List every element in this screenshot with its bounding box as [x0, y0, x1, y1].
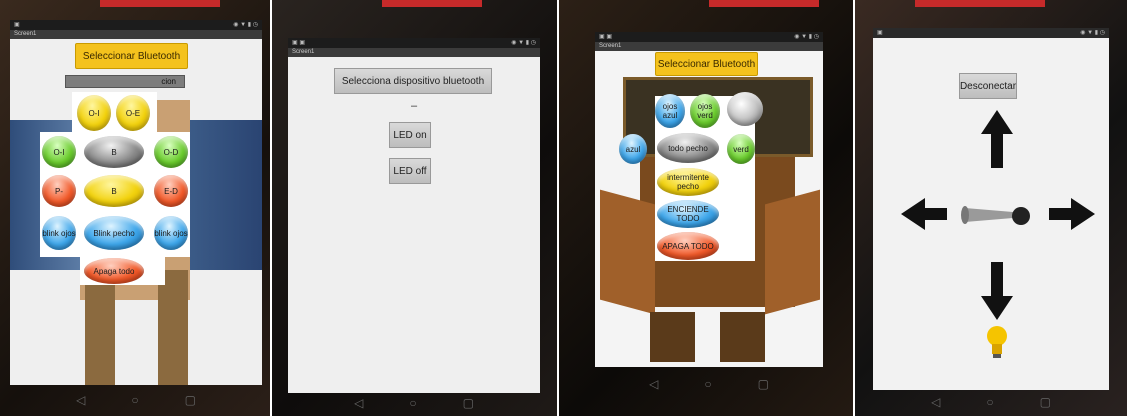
- blink-chest-button[interactable]: intermitente pecho: [657, 168, 719, 196]
- back-icon[interactable]: ◁: [76, 393, 85, 407]
- decor-red-bar: [915, 0, 1045, 7]
- back-icon[interactable]: ◁: [931, 395, 940, 409]
- status-bar: ▣ ▣ ◉ ▼ ▮ ◷: [595, 32, 823, 42]
- green-right-button[interactable]: O-D: [154, 136, 188, 168]
- android-nav-bar: ◁ ○ ▢: [10, 388, 262, 412]
- phone-screen: ▣ ◉ ▼ ▮ ◷ Desconectar: [873, 28, 1109, 390]
- yellow-center-button[interactable]: B: [84, 175, 144, 207]
- light-bulb-button[interactable]: [727, 92, 763, 126]
- eyes-green-button[interactable]: ojos verd: [690, 94, 720, 128]
- red-right-button[interactable]: E-D: [154, 175, 188, 207]
- android-nav-bar: ◁ ○ ▢: [873, 392, 1109, 412]
- eye-right-button[interactable]: O-E: [116, 95, 150, 131]
- app-title-bar: Screen1: [10, 30, 262, 39]
- eye-left-button[interactable]: O-I: [77, 95, 111, 131]
- robot-arm-left: [600, 189, 655, 315]
- green-left-button[interactable]: O-I: [42, 136, 76, 168]
- gray-center-button[interactable]: B: [84, 136, 144, 168]
- select-bluetooth-button[interactable]: Seleccionar Bluetooth: [75, 43, 188, 69]
- green-side-button[interactable]: verd: [727, 134, 755, 164]
- blue-side-button[interactable]: azul: [619, 134, 647, 164]
- screenshot-panel-4: ▣ ◉ ▼ ▮ ◷ Desconectar ◁ ○ ▢: [855, 0, 1127, 416]
- robot-arm-right: [765, 189, 820, 315]
- arrow-down-icon[interactable]: [981, 262, 1013, 320]
- blink-eyes-right-button[interactable]: blink ojos: [154, 216, 188, 250]
- control-pad: [901, 110, 1095, 358]
- app-title-bar: Screen1: [288, 48, 540, 57]
- recents-icon[interactable]: ▢: [758, 377, 769, 391]
- device-status-text: –: [410, 100, 418, 112]
- recents-icon[interactable]: ▢: [463, 396, 474, 410]
- phone-screen: ▣ ◉ ▼ ▮ ◷ Screen1 Seleccionar Bluetooth c…: [10, 20, 262, 385]
- android-nav-bar: ◁ ○ ▢: [595, 372, 823, 396]
- blink-chest-button[interactable]: Blink pecho: [84, 216, 144, 250]
- phone-screen: ▣ ▣ ◉ ▼ ▮ ◷ Screen1 Seleccionar Bluetooth…: [595, 32, 823, 367]
- screenshot-panel-3: ▣ ▣ ◉ ▼ ▮ ◷ Screen1 Seleccionar Bluetooth…: [559, 0, 853, 416]
- home-icon[interactable]: ○: [704, 377, 711, 391]
- turn-on-all-button[interactable]: ENCIENDE TODO: [657, 200, 719, 228]
- robot-leg-right: [720, 312, 765, 362]
- arrow-up-icon[interactable]: [981, 110, 1013, 168]
- blink-eyes-left-button[interactable]: blink ojos: [42, 216, 76, 250]
- status-bar: ▣ ▣ ◉ ▼ ▮ ◷: [288, 38, 540, 48]
- back-icon[interactable]: ◁: [649, 377, 658, 391]
- home-icon[interactable]: ○: [131, 393, 138, 407]
- home-icon[interactable]: ○: [986, 395, 993, 409]
- turn-off-all-button[interactable]: APAGA TODO: [657, 232, 719, 260]
- led-on-button[interactable]: LED on: [389, 122, 431, 148]
- android-nav-bar: ◁ ○ ▢: [288, 394, 540, 412]
- app-title-bar: Screen1: [595, 42, 823, 51]
- led-off-button[interactable]: LED off: [389, 158, 431, 184]
- connection-label: cion: [65, 75, 185, 88]
- arrow-left-icon[interactable]: [901, 198, 947, 230]
- recents-icon[interactable]: ▢: [1040, 395, 1051, 409]
- decor-red-bar: [709, 0, 819, 7]
- eyes-blue-button[interactable]: ojos azul: [655, 94, 685, 128]
- phone-screen: ▣ ▣ ◉ ▼ ▮ ◷ Screen1 Selecciona dispositiv…: [288, 38, 540, 393]
- robot-leg-right: [158, 270, 188, 385]
- red-left-button[interactable]: P-: [42, 175, 76, 207]
- whole-chest-button[interactable]: todo pecho: [657, 133, 719, 163]
- light-bulb-icon[interactable]: [987, 326, 1007, 358]
- status-bar: ▣ ◉ ▼ ▮ ◷: [10, 20, 262, 30]
- recents-icon[interactable]: ▢: [185, 393, 196, 407]
- decor-red-bar: [100, 0, 220, 7]
- select-device-button[interactable]: Selecciona dispositivo bluetooth: [334, 68, 492, 94]
- turn-off-all-button[interactable]: Apaga todo: [84, 258, 144, 284]
- decor-red-bar: [382, 0, 482, 7]
- back-icon[interactable]: ◁: [354, 396, 363, 410]
- robot-leg-left: [650, 312, 695, 362]
- home-icon[interactable]: ○: [409, 396, 416, 410]
- select-bluetooth-button[interactable]: Seleccionar Bluetooth: [655, 52, 758, 76]
- horn-icon[interactable]: [961, 206, 1030, 225]
- screenshot-panel-1: ▣ ◉ ▼ ▮ ◷ Screen1 Seleccionar Bluetooth c…: [0, 0, 270, 416]
- arrow-right-icon[interactable]: [1049, 198, 1095, 230]
- screenshot-panel-2: ▣ ▣ ◉ ▼ ▮ ◷ Screen1 Selecciona dispositiv…: [272, 0, 557, 416]
- robot-leg-left: [85, 270, 115, 385]
